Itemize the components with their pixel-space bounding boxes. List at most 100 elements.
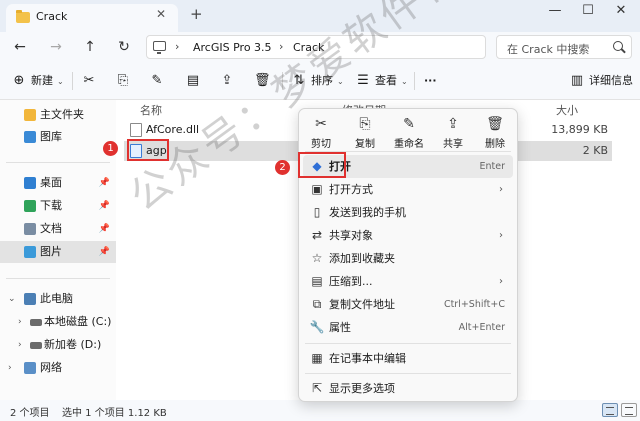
sidebar-item-drive-c[interactable]: › 本地磁盘 (C:) bbox=[0, 311, 116, 333]
menu-item-compress[interactable]: ▤ 压缩到... › bbox=[303, 270, 513, 293]
selection-info: 选中 1 个项目 1.12 KB bbox=[62, 408, 167, 419]
status-bar: 2 个项目 选中 1 个项目 1.12 KB bbox=[0, 400, 640, 421]
refresh-button[interactable]: ↻ bbox=[114, 37, 134, 57]
menu-item-edit-notepad[interactable]: ▦ 在记事本中编辑 bbox=[303, 347, 513, 370]
picture-icon bbox=[24, 246, 36, 258]
drive-icon bbox=[30, 319, 42, 326]
details-view-button[interactable] bbox=[602, 403, 618, 417]
copy-button[interactable]: ⎘ bbox=[116, 71, 135, 91]
maximize-button[interactable]: ☐ bbox=[573, 3, 603, 18]
document-icon bbox=[24, 223, 36, 235]
context-rename-button[interactable]: ✎ 重命名 bbox=[391, 115, 427, 150]
menu-item-label: 打开方式 bbox=[329, 183, 373, 196]
view-button[interactable]: ☰ 查看 ⌄ bbox=[356, 71, 408, 91]
sidebar-item-this-pc[interactable]: ⌄ 此电脑 bbox=[0, 288, 116, 310]
open-with-icon: ▣ bbox=[311, 182, 323, 196]
pin-icon[interactable]: 📌 bbox=[99, 218, 110, 240]
more-options-icon: ⇱ bbox=[311, 381, 323, 395]
menu-item-properties[interactable]: 🔧 属性 Alt+Enter bbox=[303, 316, 513, 339]
chevron-right-icon: › bbox=[499, 184, 503, 195]
tab-crack[interactable]: Crack ✕ bbox=[6, 4, 178, 32]
breadcrumb-separator: › bbox=[175, 40, 180, 53]
minimize-button[interactable]: — bbox=[540, 3, 570, 18]
sidebar-item-network[interactable]: › 网络 bbox=[0, 357, 116, 379]
chevron-right-icon[interactable]: › bbox=[8, 357, 12, 379]
menu-item-share-with[interactable]: ⇄ 共享对象 › bbox=[303, 224, 513, 247]
chevron-right-icon: › bbox=[499, 276, 503, 287]
details-pane-button[interactable]: ▥ 详细信息 bbox=[570, 71, 633, 91]
menu-item-send-to-phone[interactable]: ▯ 发送到我的手机 bbox=[303, 201, 513, 224]
more-options-button[interactable]: ··· bbox=[424, 71, 437, 91]
context-delete-button[interactable]: 🗑 删除 bbox=[477, 115, 513, 150]
shortcut-label: Enter bbox=[479, 161, 506, 172]
close-tab-icon[interactable]: ✕ bbox=[156, 7, 166, 21]
menu-item-copy-path[interactable]: ⧉ 复制文件地址 Ctrl+Shift+C bbox=[303, 293, 513, 316]
dll-file-icon bbox=[130, 123, 142, 137]
step-badge-2: 2 bbox=[275, 160, 290, 175]
column-header-name[interactable]: 名称 bbox=[140, 102, 162, 118]
copy-icon: ⎘ bbox=[117, 73, 129, 88]
sidebar-item-label: 此电脑 bbox=[40, 292, 73, 305]
details-label: 详细信息 bbox=[589, 74, 633, 87]
close-window-button[interactable]: ✕ bbox=[606, 3, 636, 18]
menu-item-label: 发送到我的手机 bbox=[329, 206, 406, 219]
rename-icon: ✎ bbox=[403, 116, 415, 132]
menu-item-open-with[interactable]: ▣ 打开方式 › bbox=[303, 178, 513, 201]
sidebar-item-label: 网络 bbox=[40, 361, 62, 374]
drive-icon bbox=[30, 342, 42, 349]
sidebar-item-gallery[interactable]: 图库 bbox=[0, 126, 116, 148]
file-size: 13,899 KB bbox=[551, 123, 608, 136]
chevron-right-icon[interactable]: › bbox=[18, 334, 22, 356]
menu-item-label: 复制文件地址 bbox=[329, 298, 395, 311]
tab-title: Crack bbox=[36, 10, 68, 23]
sidebar-item-desktop[interactable]: 桌面 📌 bbox=[0, 172, 116, 194]
pin-icon[interactable]: 📌 bbox=[99, 195, 110, 217]
paste-button[interactable]: ▤ bbox=[186, 71, 205, 91]
rename-button[interactable]: ✎ bbox=[150, 71, 169, 91]
sidebar-item-documents[interactable]: 文档 📌 bbox=[0, 218, 116, 240]
search-box[interactable]: 在 Crack 中搜索 bbox=[496, 35, 632, 59]
chevron-right-icon: › bbox=[499, 230, 503, 241]
divider bbox=[305, 373, 511, 374]
sidebar-item-drive-d[interactable]: › 新加卷 (D:) bbox=[0, 334, 116, 356]
context-share-button[interactable]: ⇪ 共享 bbox=[435, 115, 471, 150]
chevron-down-icon[interactable]: ⌄ bbox=[8, 288, 16, 310]
up-button[interactable]: ↑ bbox=[80, 37, 100, 57]
column-header-size[interactable]: 大小 bbox=[556, 102, 578, 118]
menu-item-label: 添加到收藏夹 bbox=[329, 252, 395, 265]
sidebar-item-label: 图库 bbox=[40, 130, 62, 143]
forward-button[interactable]: → bbox=[46, 37, 66, 57]
quick-action-label: 复制 bbox=[355, 139, 375, 150]
chevron-right-icon[interactable]: › bbox=[18, 311, 22, 333]
view-label: 查看 bbox=[375, 74, 397, 87]
quick-action-label: 重命名 bbox=[394, 139, 424, 150]
share-icon: ⇪ bbox=[221, 73, 233, 88]
zip-icon: ▤ bbox=[311, 274, 323, 288]
sidebar-item-downloads[interactable]: 下载 📌 bbox=[0, 195, 116, 217]
breadcrumb-arcgis[interactable]: ArcGIS Pro 3.5 bbox=[193, 41, 272, 54]
pin-icon[interactable]: 📌 bbox=[99, 172, 110, 194]
new-button[interactable]: ⊕ 新建 ⌄ bbox=[12, 71, 64, 91]
download-icon bbox=[24, 200, 36, 212]
cut-button[interactable]: ✂ bbox=[82, 71, 101, 91]
tiles-view-button[interactable] bbox=[621, 403, 637, 417]
sidebar-item-label: 图片 bbox=[40, 245, 62, 258]
sidebar-item-label: 桌面 bbox=[40, 176, 62, 189]
sidebar-item-home[interactable]: 主文件夹 bbox=[0, 104, 116, 126]
folder-icon bbox=[16, 10, 30, 23]
sidebar-item-pictures[interactable]: 图片 📌 bbox=[0, 241, 116, 263]
menu-item-add-favorite[interactable]: ☆ 添加到收藏夹 bbox=[303, 247, 513, 270]
menu-item-label: 显示更多选项 bbox=[329, 382, 395, 395]
back-button[interactable]: ← bbox=[10, 37, 30, 57]
search-input[interactable]: 在 Crack 中搜索 bbox=[507, 41, 589, 57]
context-cut-button[interactable]: ✂ 剪切 bbox=[303, 115, 339, 150]
desktop-icon bbox=[24, 177, 36, 189]
new-tab-button[interactable]: + bbox=[190, 7, 203, 22]
menu-item-more-options[interactable]: ⇱ 显示更多选项 bbox=[303, 377, 513, 400]
network-icon bbox=[24, 362, 36, 374]
context-copy-button[interactable]: ⎘ 复制 bbox=[347, 115, 383, 150]
details-pane-icon: ▥ bbox=[570, 73, 584, 88]
trash-icon: 🗑 bbox=[486, 116, 504, 132]
pin-icon[interactable]: 📌 bbox=[99, 241, 110, 263]
menu-item-label: 压缩到... bbox=[329, 275, 373, 288]
